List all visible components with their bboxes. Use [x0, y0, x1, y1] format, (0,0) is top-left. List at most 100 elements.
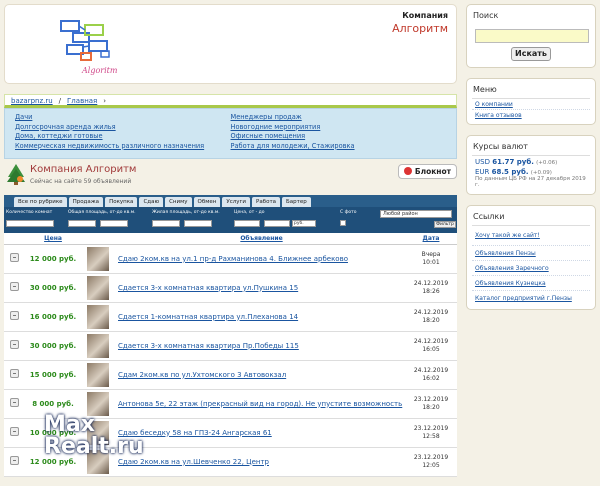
table-row[interactable]: 12 000 руб. Сдаю 2ком.кв на ул.1 пр-д Рах…: [4, 244, 457, 274]
clip-cell: [4, 389, 24, 419]
filter-button[interactable]: Фильтр: [434, 221, 456, 228]
thumb-cell: [82, 302, 118, 332]
clip-cell: [4, 244, 24, 274]
rooms-select[interactable]: [6, 220, 54, 227]
category-link[interactable]: Работа для молодежи, Стажировка: [231, 142, 447, 152]
menu-item-about[interactable]: О компании: [467, 99, 595, 109]
ad-link[interactable]: Антонова 5е, 22 этаж (прекрасный вид на …: [118, 400, 402, 408]
menu-item-reviews[interactable]: Книга отзывов: [472, 109, 590, 120]
table-row[interactable]: 15 000 руб. Сдам 2ком.кв по ул.Ухтомского…: [4, 360, 457, 390]
breadcrumb-main[interactable]: Главная: [67, 97, 97, 105]
tab-exchange[interactable]: Обмен: [193, 197, 221, 207]
living-to-input[interactable]: [184, 220, 212, 227]
row-price: 16 000 руб.: [24, 302, 82, 332]
sidebar: Поиск Искать Меню О компании Книга отзыв…: [466, 4, 596, 486]
ad-link[interactable]: Сдается 1-комнатная квартира ул.Плеханов…: [118, 313, 298, 321]
notebook-add-icon[interactable]: [9, 369, 19, 378]
category-link[interactable]: Дома, коттеджи готовые: [15, 132, 231, 142]
table-row[interactable]: 16 000 руб. Сдается 1-комнатная квартира …: [4, 302, 457, 332]
table-row[interactable]: 30 000 руб. Сдается 3-х комнатная квартир…: [4, 273, 457, 303]
rates-note: По данным ЦБ РФ на 27 декабря 2019 г.: [475, 176, 586, 188]
clip-cell: [4, 302, 24, 332]
links-box: Ссылки Хочу такой же сайт! Объявления Пе…: [466, 205, 596, 310]
notebook-button[interactable]: Блокнот: [397, 164, 457, 179]
price-from-input[interactable]: [234, 220, 260, 227]
ad-link[interactable]: Сдаю 2ком.кв на ул.1 пр-д Рахманинова 4.…: [118, 255, 348, 263]
rates-box: Курсы валют USD 61.77 руб. (+0.06) EUR 6…: [466, 135, 596, 195]
district-select[interactable]: Любой район: [380, 210, 452, 218]
category-links: Дачи Долгосрочная аренда жилья Дома, кот…: [4, 108, 457, 159]
thumb-cell: [82, 244, 118, 274]
tab-services[interactable]: Услуги: [222, 197, 250, 207]
notebook-add-icon[interactable]: [9, 311, 19, 320]
want-site-link[interactable]: Хочу такой же сайт!: [467, 226, 595, 239]
search-input[interactable]: [475, 29, 589, 43]
thumb-cell: [82, 273, 118, 303]
ad-photo[interactable]: [87, 362, 109, 387]
col-icon: [4, 233, 24, 245]
ad-count: Сейчас на сайте 59 объявлений: [30, 178, 132, 185]
menu-title: Меню: [473, 85, 497, 94]
ad-photo[interactable]: [87, 333, 109, 358]
tab-sale[interactable]: Продажа: [68, 197, 104, 207]
price-to-input[interactable]: [264, 220, 290, 227]
category-link[interactable]: Новогодние мероприятия: [231, 123, 447, 133]
tab-work[interactable]: Работа: [252, 197, 281, 207]
filter-bar: Количество комнат Общая площадь, от-до к…: [4, 207, 457, 233]
tab-barter[interactable]: Бартер: [282, 197, 311, 207]
christmas-tree-icon: [7, 164, 25, 185]
row-date: 24.12.2019 18:26: [405, 273, 457, 303]
link-zarechny[interactable]: Объявления Заречного: [467, 261, 595, 272]
currency-select[interactable]: руб.: [292, 220, 316, 227]
notebook-add-icon[interactable]: [9, 340, 19, 349]
notebook-add-icon[interactable]: [9, 253, 19, 262]
living-from-input[interactable]: [152, 220, 180, 227]
link-penza[interactable]: Объявления Пензы: [467, 246, 595, 257]
category-link[interactable]: Долгосрочная аренда жилья: [15, 123, 231, 133]
ad-link[interactable]: Сдам 2ком.кв по ул.Ухтомского 3 Автовокз…: [118, 371, 286, 379]
ad-cell: Сдаю беседку 58 на ГПЗ-24 Ангарская 61: [118, 418, 405, 448]
col-price[interactable]: Цена: [24, 233, 82, 245]
company-title: Компания Алгоритм: [30, 164, 137, 175]
notebook-add-icon[interactable]: [9, 282, 19, 291]
breadcrumb-arrow: ›: [103, 97, 107, 105]
row-price: 15 000 руб.: [24, 360, 82, 390]
ad-link[interactable]: Сдается 3-х комнатная квартира ул.Пушкин…: [118, 284, 298, 292]
company-logo[interactable]: Algoritm: [11, 11, 153, 79]
ad-photo[interactable]: [87, 304, 109, 329]
photo-checkbox[interactable]: [340, 220, 346, 226]
row-price: 30 000 руб.: [24, 331, 82, 361]
svg-text:Algoritm: Algoritm: [81, 66, 118, 75]
row-date: 24.12.2019 18:20: [405, 302, 457, 332]
col-ad[interactable]: Объявление: [118, 233, 405, 245]
search-button[interactable]: Искать: [511, 47, 551, 61]
col-thumb: [82, 233, 118, 245]
rubric-tabs: Все по рубрике Продажа Покупка Сдаю Сним…: [4, 195, 457, 207]
link-kuznetsk[interactable]: Объявления Кузнецка: [467, 276, 595, 287]
category-link[interactable]: Менеджеры продаж: [231, 113, 447, 123]
row-date: 24.12.2019 16:02: [405, 360, 457, 390]
notebook-add-icon[interactable]: [9, 398, 19, 407]
row-price: 12 000 руб.: [24, 244, 82, 274]
clip-cell: [4, 360, 24, 390]
notebook-add-icon[interactable]: [9, 427, 19, 436]
area-from-input[interactable]: [68, 220, 96, 227]
table-row[interactable]: 30 000 руб. Сдается 3-х комнатная квартир…: [4, 331, 457, 361]
ad-photo[interactable]: [87, 275, 109, 300]
tab-all[interactable]: Все по рубрике: [14, 197, 67, 207]
row-price: 30 000 руб.: [24, 273, 82, 303]
ad-link[interactable]: Сдается 3-х комнатная квартира Пр.Победы…: [118, 342, 299, 350]
category-link[interactable]: Дачи: [15, 113, 231, 123]
area-to-input[interactable]: [100, 220, 128, 227]
tab-buy[interactable]: Покупка: [105, 197, 138, 207]
notebook-add-icon[interactable]: [9, 456, 19, 465]
category-link[interactable]: Коммерческая недвижимость различного наз…: [15, 142, 231, 152]
category-link[interactable]: Офисные помещения: [231, 132, 447, 142]
link-catalog[interactable]: Каталог предприятий г.Пензы: [467, 291, 595, 302]
tab-rent[interactable]: Сниму: [165, 197, 192, 207]
ad-photo[interactable]: [87, 246, 109, 271]
breadcrumb-home[interactable]: bazarpnz.ru: [11, 97, 53, 105]
ad-cell: Антонова 5е, 22 этаж (прекрасный вид на …: [118, 389, 405, 419]
tab-rent-out[interactable]: Сдаю: [139, 197, 164, 207]
col-date[interactable]: Дата: [405, 233, 457, 245]
